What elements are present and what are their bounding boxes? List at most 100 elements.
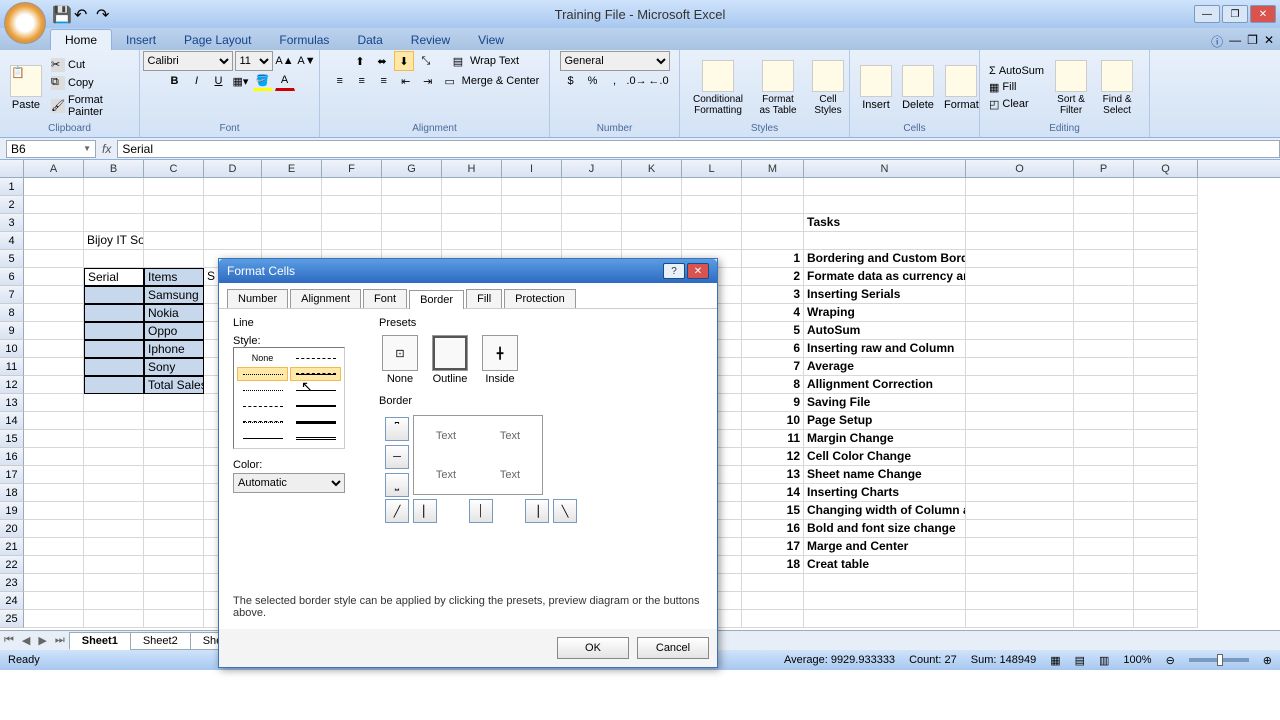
- cell[interactable]: 7: [742, 358, 804, 376]
- cell[interactable]: [562, 214, 622, 232]
- cell[interactable]: Nokia: [144, 304, 204, 322]
- row-header[interactable]: 24: [0, 592, 24, 610]
- cell[interactable]: [84, 376, 144, 394]
- cell[interactable]: 14: [742, 484, 804, 502]
- row-header[interactable]: 14: [0, 412, 24, 430]
- ok-button[interactable]: OK: [557, 637, 629, 659]
- cell[interactable]: [966, 268, 1074, 286]
- cell[interactable]: [24, 412, 84, 430]
- cell[interactable]: [966, 214, 1074, 232]
- cell[interactable]: [84, 358, 144, 376]
- cell[interactable]: [1134, 232, 1198, 250]
- cell[interactable]: [84, 610, 144, 628]
- cell[interactable]: [322, 178, 382, 196]
- align-center-icon[interactable]: ≡: [352, 71, 372, 91]
- cell[interactable]: [24, 430, 84, 448]
- cell[interactable]: [24, 322, 84, 340]
- cell[interactable]: [24, 466, 84, 484]
- cell[interactable]: 16: [742, 520, 804, 538]
- cell[interactable]: 12: [742, 448, 804, 466]
- cell[interactable]: [1134, 466, 1198, 484]
- cell[interactable]: [966, 250, 1074, 268]
- row-header[interactable]: 6: [0, 268, 24, 286]
- cell[interactable]: [1134, 520, 1198, 538]
- sheet-nav-last[interactable]: ⏭: [51, 634, 69, 647]
- cell[interactable]: [1134, 556, 1198, 574]
- dialog-tab-protection[interactable]: Protection: [504, 289, 576, 308]
- cell[interactable]: [144, 412, 204, 430]
- cell[interactable]: [1134, 574, 1198, 592]
- style-none[interactable]: None: [237, 351, 288, 365]
- cell[interactable]: 5: [742, 322, 804, 340]
- cell[interactable]: [966, 412, 1074, 430]
- cell[interactable]: [966, 430, 1074, 448]
- font-color-button[interactable]: A: [275, 71, 295, 91]
- dialog-tab-fill[interactable]: Fill: [466, 289, 502, 308]
- cell[interactable]: [966, 592, 1074, 610]
- cell[interactable]: [382, 178, 442, 196]
- border-dropdown[interactable]: ▦▾: [231, 71, 251, 91]
- cell[interactable]: [322, 214, 382, 232]
- row-header[interactable]: 7: [0, 286, 24, 304]
- cell[interactable]: Formate data as currency and accouting v…: [804, 268, 966, 286]
- row-header[interactable]: 5: [0, 250, 24, 268]
- row-header[interactable]: 18: [0, 484, 24, 502]
- col-header[interactable]: A: [24, 160, 84, 177]
- col-header[interactable]: M: [742, 160, 804, 177]
- cell[interactable]: [144, 430, 204, 448]
- sheet-nav-first[interactable]: ⏮: [0, 634, 18, 647]
- cell[interactable]: [262, 178, 322, 196]
- cell[interactable]: [262, 214, 322, 232]
- select-all-corner[interactable]: [0, 160, 24, 177]
- cell[interactable]: [742, 178, 804, 196]
- fx-icon[interactable]: fx: [102, 142, 111, 156]
- cell[interactable]: [204, 232, 262, 250]
- view-layout-icon[interactable]: ▤: [1075, 654, 1085, 667]
- border-bottom-button[interactable]: ⎵: [385, 473, 409, 497]
- cell[interactable]: [84, 592, 144, 610]
- col-header[interactable]: K: [622, 160, 682, 177]
- cell[interactable]: [84, 502, 144, 520]
- cell[interactable]: Sheet name Change: [804, 466, 966, 484]
- cell[interactable]: [502, 214, 562, 232]
- row-header[interactable]: 3: [0, 214, 24, 232]
- cell[interactable]: 11: [742, 430, 804, 448]
- cell[interactable]: [144, 538, 204, 556]
- cell[interactable]: [84, 322, 144, 340]
- sheet-nav-prev[interactable]: ◀: [18, 634, 34, 647]
- col-header[interactable]: Q: [1134, 160, 1198, 177]
- col-header[interactable]: B: [84, 160, 144, 177]
- dialog-help-button[interactable]: ?: [663, 263, 685, 279]
- tab-page-layout[interactable]: Page Layout: [170, 30, 265, 50]
- cell[interactable]: [84, 286, 144, 304]
- cell[interactable]: Cell Color Change: [804, 448, 966, 466]
- grow-font-icon[interactable]: A▲: [275, 51, 295, 71]
- row-header[interactable]: 9: [0, 322, 24, 340]
- cell[interactable]: [622, 232, 682, 250]
- sheet-tab-2[interactable]: Sheet2: [130, 632, 191, 650]
- cell[interactable]: [966, 340, 1074, 358]
- cell[interactable]: [442, 232, 502, 250]
- border-preview[interactable]: Text Text Text Text: [413, 415, 543, 495]
- bold-button[interactable]: B: [165, 71, 185, 91]
- zoom-out-button[interactable]: ⊖: [1166, 654, 1175, 667]
- align-top-icon[interactable]: ⬆: [350, 51, 370, 71]
- cancel-button[interactable]: Cancel: [637, 637, 709, 659]
- cell[interactable]: [382, 196, 442, 214]
- cell[interactable]: [1074, 232, 1134, 250]
- cell[interactable]: [24, 376, 84, 394]
- qat-undo-icon[interactable]: ↶: [74, 5, 92, 23]
- dialog-tab-font[interactable]: Font: [363, 289, 407, 308]
- cell[interactable]: [1074, 448, 1134, 466]
- cell[interactable]: [144, 394, 204, 412]
- row-header[interactable]: 23: [0, 574, 24, 592]
- cell[interactable]: Bordering and Custom Bordering: [804, 250, 966, 268]
- cell[interactable]: 6: [742, 340, 804, 358]
- cell[interactable]: [804, 232, 966, 250]
- cell[interactable]: [382, 232, 442, 250]
- cell[interactable]: [144, 250, 204, 268]
- cell[interactable]: [144, 232, 204, 250]
- cell[interactable]: [84, 466, 144, 484]
- decrease-indent-icon[interactable]: ⇤: [396, 71, 416, 91]
- col-header[interactable]: D: [204, 160, 262, 177]
